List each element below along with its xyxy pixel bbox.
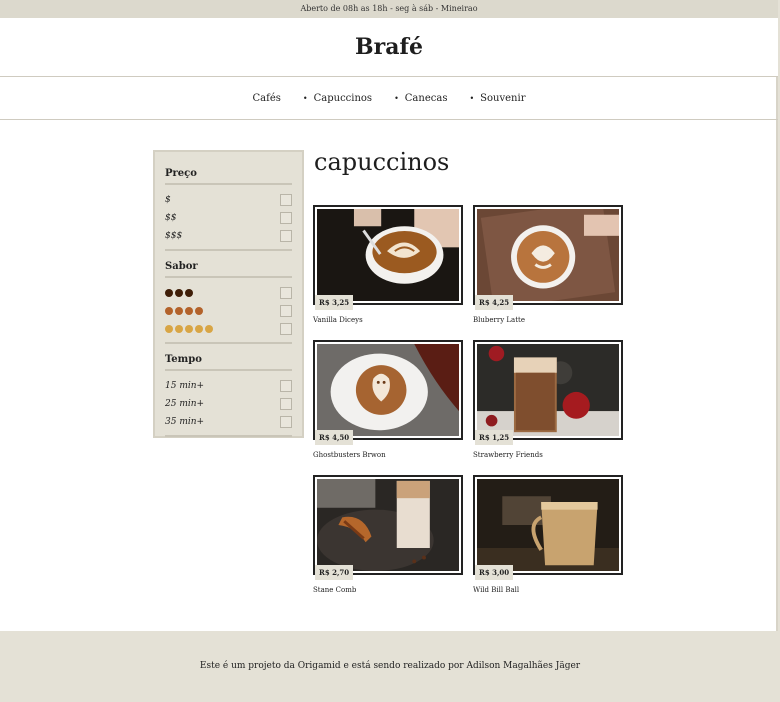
checkbox[interactable] <box>280 230 292 242</box>
coffee-cup-image <box>477 479 619 571</box>
flavor-dot-icon <box>185 325 193 333</box>
flavor-dots-5 <box>165 325 213 333</box>
nav-item-capuccinos[interactable]: Capuccinos <box>314 93 372 104</box>
flavor-dot-icon <box>195 307 203 315</box>
price-tag: R$ 2,70 <box>315 565 354 580</box>
flavor-dot-icon <box>165 325 173 333</box>
price-tag: R$ 4,50 <box>315 430 354 445</box>
main-nav: Cafés • Capuccinos • Canecas • Souvenir <box>0 77 778 120</box>
filter-option-time-1[interactable]: 15 min+ <box>165 377 292 395</box>
bullet-icon: • <box>394 93 399 103</box>
price-tag: R$ 3,00 <box>475 565 514 580</box>
product-name[interactable]: Stane Comb <box>313 586 463 594</box>
flavor-dot-icon <box>165 289 173 297</box>
filter-option-label: 15 min+ <box>165 381 205 391</box>
coffee-cup-image <box>477 201 619 309</box>
product-name[interactable]: Ghostbusters Brwon <box>313 451 463 459</box>
bullet-icon: • <box>302 93 308 103</box>
flavor-dots-3 <box>165 289 193 297</box>
brand-header: Brafé <box>0 18 778 77</box>
nav-item-capuccinos-wrap: • Capuccinos <box>303 93 372 104</box>
page-title: capuccinos <box>314 148 450 176</box>
bullet-icon: • <box>469 93 475 103</box>
product-card[interactable]: R$ 2,70 Stane Comb <box>313 475 463 594</box>
top-info-bar: Aberto de 08h as 18h - seg à sáb - Minei… <box>0 0 778 18</box>
flavor-dot-icon <box>165 307 173 315</box>
flavor-dot-icon <box>205 325 213 333</box>
product-photo[interactable] <box>473 340 623 440</box>
flavor-dot-icon <box>175 289 183 297</box>
filter-option-label: 25 min+ <box>165 399 205 409</box>
checkbox[interactable] <box>280 380 292 392</box>
coffee-cup-image <box>317 344 459 436</box>
price-tag: R$ 1,25 <box>475 430 514 445</box>
filter-title-sabor: Sabor <box>165 257 292 278</box>
filter-option-label: 35 min+ <box>165 417 205 427</box>
filter-option-flavor-1[interactable] <box>165 284 292 302</box>
filter-sidebar: Preço $ $$ $$$ Sabor Tempo 15 min+ 25 mi… <box>153 150 304 438</box>
footer: Este é um projeto da Origamid e está sen… <box>0 631 780 702</box>
filter-option-label: $ <box>165 195 171 205</box>
nav-item-souvenir[interactable]: Souvenir <box>480 93 525 104</box>
nav-item-souvenir-wrap: • Souvenir <box>469 93 525 104</box>
filter-option-price-2[interactable]: $$ <box>165 209 292 227</box>
checkbox[interactable] <box>280 416 292 428</box>
product-card[interactable]: R$ 4,25 Bluberry Latte <box>473 201 623 324</box>
price-tag: R$ 3,25 <box>315 295 354 310</box>
filter-option-time-2[interactable]: 25 min+ <box>165 395 292 413</box>
divider <box>165 435 292 437</box>
product-photo[interactable] <box>313 205 463 305</box>
nav-item-canecas[interactable]: Canecas <box>405 93 448 104</box>
product-photo[interactable] <box>473 201 623 309</box>
checkbox[interactable] <box>280 305 292 317</box>
filter-option-label: $$ <box>165 213 177 223</box>
flavor-dot-icon <box>175 307 183 315</box>
flavor-dots-4 <box>165 307 203 315</box>
checkbox[interactable] <box>280 287 292 299</box>
product-card[interactable]: R$ 4,50 Ghostbusters Brwon <box>313 340 463 459</box>
flavor-dot-icon <box>195 325 203 333</box>
flavor-dot-icon <box>185 307 193 315</box>
product-name[interactable]: Vanilla Diceys <box>313 316 463 324</box>
filter-option-price-1[interactable]: $ <box>165 191 292 209</box>
coffee-cup-image <box>317 209 459 301</box>
checkbox[interactable] <box>280 194 292 206</box>
divider <box>165 342 292 344</box>
coffee-cup-image <box>317 479 459 571</box>
product-name[interactable]: Strawberry Friends <box>473 451 623 459</box>
footer-text: Este é um projeto da Origamid e está sen… <box>199 661 581 671</box>
divider <box>165 249 292 251</box>
checkbox[interactable] <box>280 398 292 410</box>
filter-option-flavor-2[interactable] <box>165 302 292 320</box>
filter-option-flavor-3[interactable] <box>165 320 292 338</box>
product-name[interactable]: Bluberry Latte <box>473 316 623 324</box>
opening-hours-text: Aberto de 08h as 18h - seg à sáb - Minei… <box>300 4 478 13</box>
flavor-dot-icon <box>175 325 183 333</box>
product-photo[interactable] <box>313 475 463 575</box>
product-name[interactable]: Wild Bill Ball <box>473 586 623 594</box>
nav-item-canecas-wrap: • Canecas <box>394 93 447 104</box>
product-photo[interactable] <box>473 475 623 575</box>
filter-title-tempo: Tempo <box>165 350 292 371</box>
filter-option-time-3[interactable]: 35 min+ <box>165 413 292 431</box>
filter-title-preco: Preço <box>165 164 292 185</box>
product-card[interactable]: R$ 1,25 Strawberry Friends <box>473 340 623 459</box>
filter-option-label: $$$ <box>165 231 183 241</box>
checkbox[interactable] <box>280 323 292 335</box>
product-card[interactable]: R$ 3,25 Vanilla Diceys <box>313 205 463 324</box>
checkbox[interactable] <box>280 212 292 224</box>
flavor-dot-icon <box>185 289 193 297</box>
brand-logo[interactable]: Brafé <box>355 34 423 60</box>
coffee-cup-image <box>477 344 619 436</box>
nav-item-cafes[interactable]: Cafés <box>253 93 281 104</box>
product-photo[interactable] <box>313 340 463 440</box>
product-card[interactable]: R$ 3,00 Wild Bill Ball <box>473 475 623 594</box>
price-tag: R$ 4,25 <box>475 295 514 310</box>
filter-option-price-3[interactable]: $$$ <box>165 227 292 245</box>
